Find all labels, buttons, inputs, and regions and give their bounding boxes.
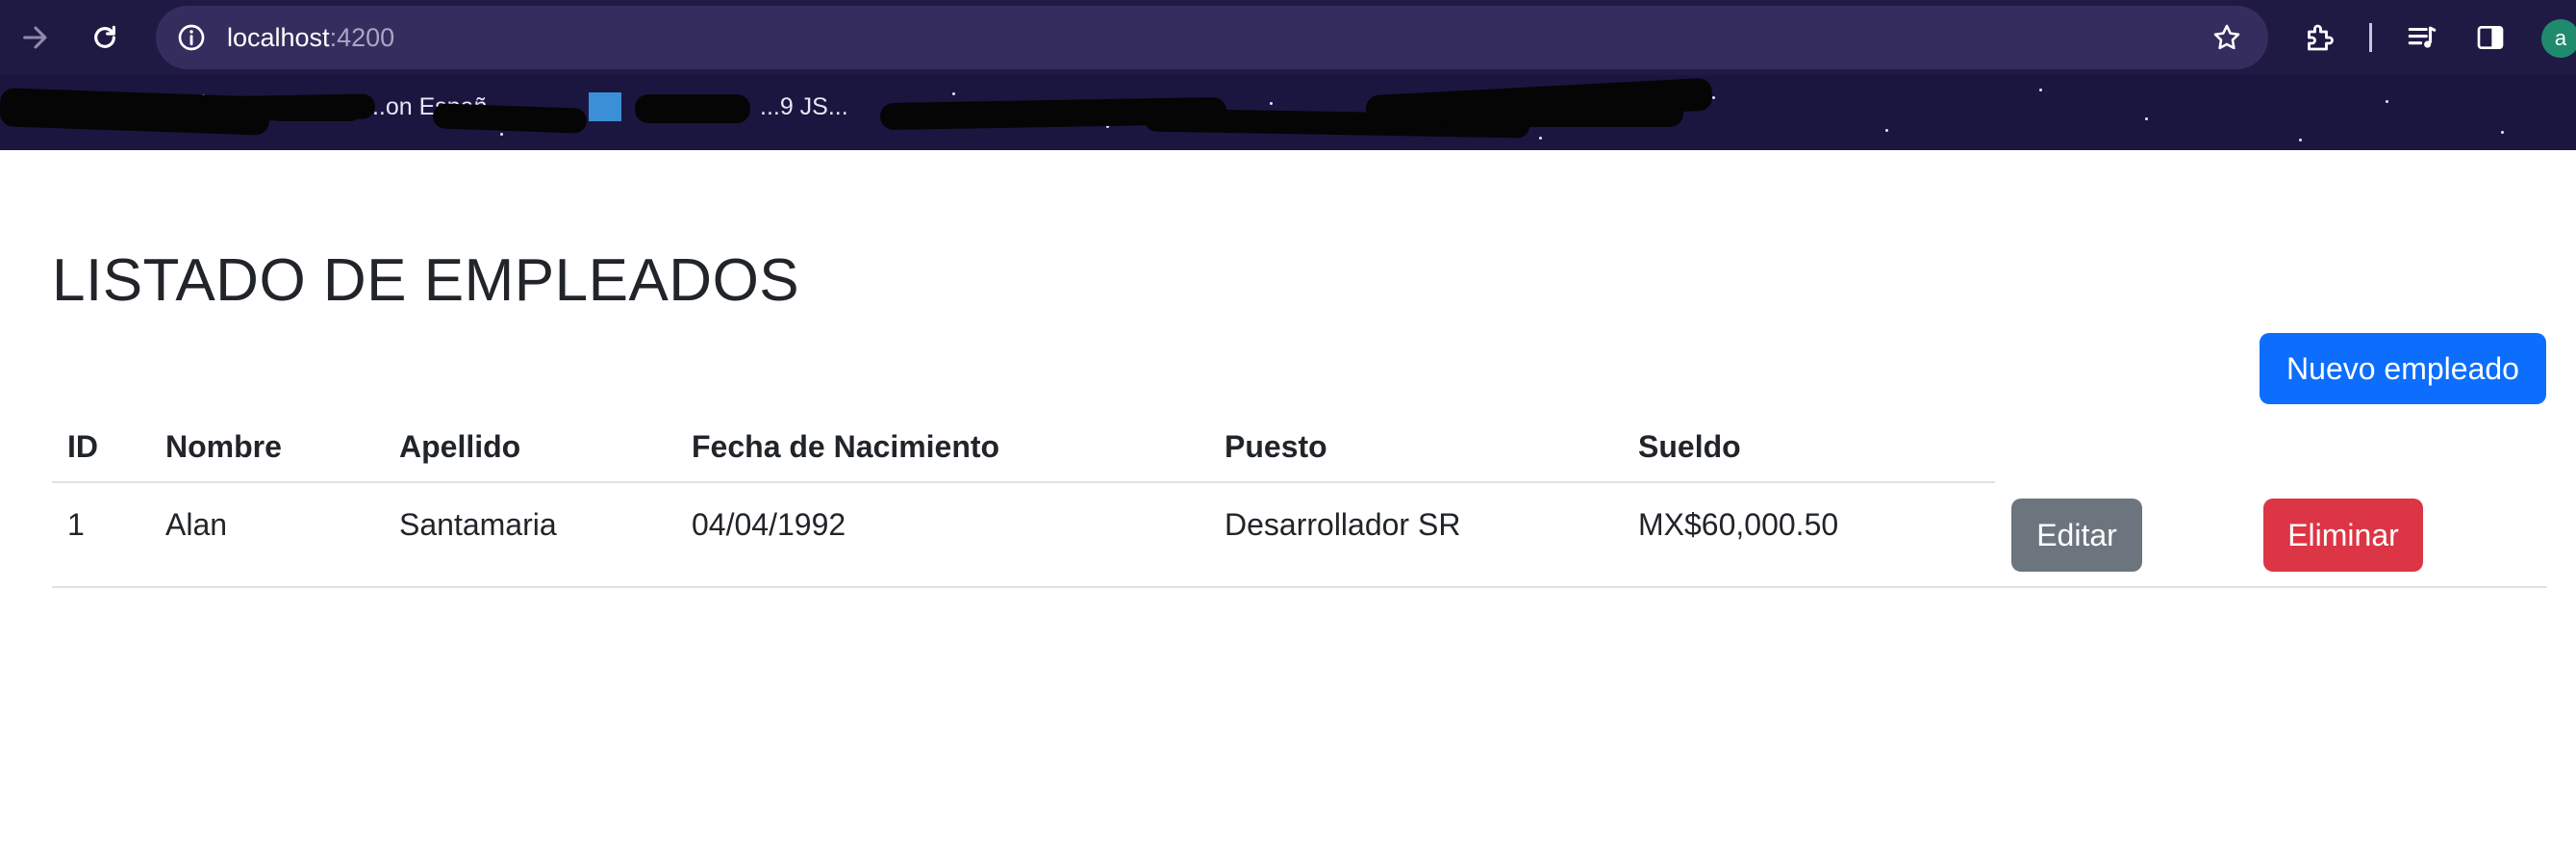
page-title: LISTADO DE EMPLEADOS [52,247,800,314]
cell-sueldo: MX$60,000.50 [1638,507,1839,542]
bookmark-item[interactable]: ...9 JS... [760,93,848,121]
media-controls-icon[interactable] [2400,15,2444,60]
cell-apellido: Santamaria [399,507,557,542]
column-header-nombre: Nombre [165,429,282,464]
bookmark-favicon [589,92,621,121]
reload-icon[interactable] [81,13,129,62]
employees-table: ID Nombre Apellido Fecha de Nacimiento P… [52,412,2547,587]
column-header-puesto: Puesto [1225,429,1327,464]
column-header-fecha: Fecha de Nacimiento [692,429,1000,464]
site-info-icon[interactable] [173,19,210,56]
table-row: 1 Alan Santamaria 04/04/1992 Desarrollad… [52,482,2547,587]
profile-avatar[interactable]: a [2541,19,2576,58]
url-port: :4200 [329,23,395,52]
column-header-apellido: Apellido [399,429,521,464]
cell-nombre: Alan [165,507,228,542]
column-header-id: ID [67,429,98,464]
toolbar-divider [2369,23,2372,52]
cell-fecha: 04/04/1992 [692,507,846,542]
cell-puesto: Desarrollador SR [1225,507,1461,542]
column-header-delete [2247,412,2547,482]
table-header-divider [52,481,1995,483]
url-host: localhost [227,23,330,52]
bookmark-star-icon[interactable] [2207,17,2247,58]
browser-toolbar: localhost:4200 a [0,0,2576,75]
table-row-divider [52,586,2547,588]
cell-id: 1 [67,507,85,542]
forward-arrow-icon[interactable] [12,13,60,62]
address-bar[interactable]: localhost:4200 [156,6,2268,69]
new-employee-button[interactable]: Nuevo empleado [2260,333,2546,404]
edit-button[interactable]: Editar [2011,499,2142,572]
column-header-sueldo: Sueldo [1638,429,1741,464]
url-text: localhost:4200 [227,6,394,69]
column-header-edit [1995,412,2247,482]
extensions-icon[interactable] [2297,15,2341,60]
side-panel-icon[interactable] [2468,15,2513,60]
delete-button[interactable]: Eliminar [2263,499,2423,572]
table-header-row: ID Nombre Apellido Fecha de Nacimiento P… [52,412,2547,482]
